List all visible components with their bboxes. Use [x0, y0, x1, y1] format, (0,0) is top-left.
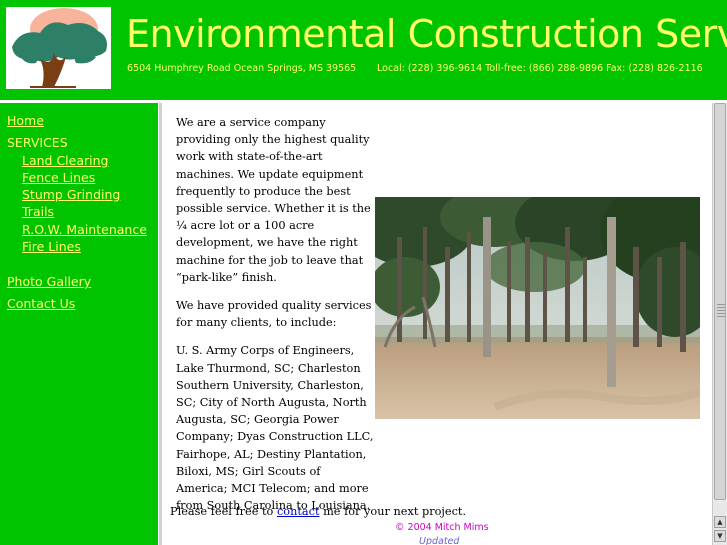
closing-line: Please feel free to contact me for your … — [170, 505, 466, 518]
nav-contact-us-link[interactable]: Contact Us — [7, 296, 75, 311]
vertical-scrollbar[interactable]: ▲ ▼ — [712, 103, 727, 545]
site-header: Environmental Construction Services 6504… — [0, 0, 727, 100]
nav-fence-lines-link[interactable]: Fence Lines — [22, 170, 95, 185]
nav-trails-link[interactable]: Trails — [22, 204, 54, 219]
site-address: 6504 Humphrey Road Ocean Springs, MS 395… — [127, 63, 357, 74]
arrow-up-icon[interactable]: ▲ — [714, 516, 726, 528]
contact-link[interactable]: contact — [277, 505, 320, 518]
grip-icon — [717, 304, 725, 318]
site-phones: Local: (228) 396-9614 Toll-free: (866) 2… — [377, 63, 703, 74]
closing-text-before: Please feel free to — [170, 505, 277, 518]
nav-photo-gallery-link[interactable]: Photo Gallery — [7, 274, 91, 289]
updated-text: Updated — [419, 536, 460, 545]
main-content: We are a service company providing only … — [162, 103, 712, 545]
copyright-text: © 2004 Mitch Mims — [395, 522, 489, 533]
intro-text: We are a service company providing only … — [176, 114, 374, 525]
tree-logo — [6, 7, 111, 89]
forest-photo — [355, 182, 712, 419]
nav-land-clearing-link[interactable]: Land Clearing — [22, 153, 108, 168]
closing-text-after: me for your next project. — [319, 505, 467, 518]
intro-paragraph: We are a service company providing only … — [176, 116, 371, 284]
site-title: Environmental Construction Services — [126, 12, 727, 56]
scrollbar-thumb[interactable] — [714, 103, 726, 500]
clients-intro-paragraph: We have provided quality services for ma… — [176, 299, 372, 330]
arrow-down-icon[interactable]: ▼ — [714, 530, 726, 542]
nav-fire-lines-link[interactable]: Fire Lines — [22, 239, 81, 254]
sidebar-nav: Home SERVICES Land Clearing Fence Lines … — [0, 103, 158, 545]
services-heading: SERVICES — [7, 135, 68, 150]
clients-list-paragraph: U. S. Army Corps of Engineers, Lake Thur… — [176, 344, 374, 513]
nav-home-link[interactable]: Home — [7, 113, 44, 128]
nav-stump-grinding-link[interactable]: Stump Grinding — [22, 187, 120, 202]
nav-row-maintenance-link[interactable]: R.O.W. Maintenance — [22, 222, 147, 237]
